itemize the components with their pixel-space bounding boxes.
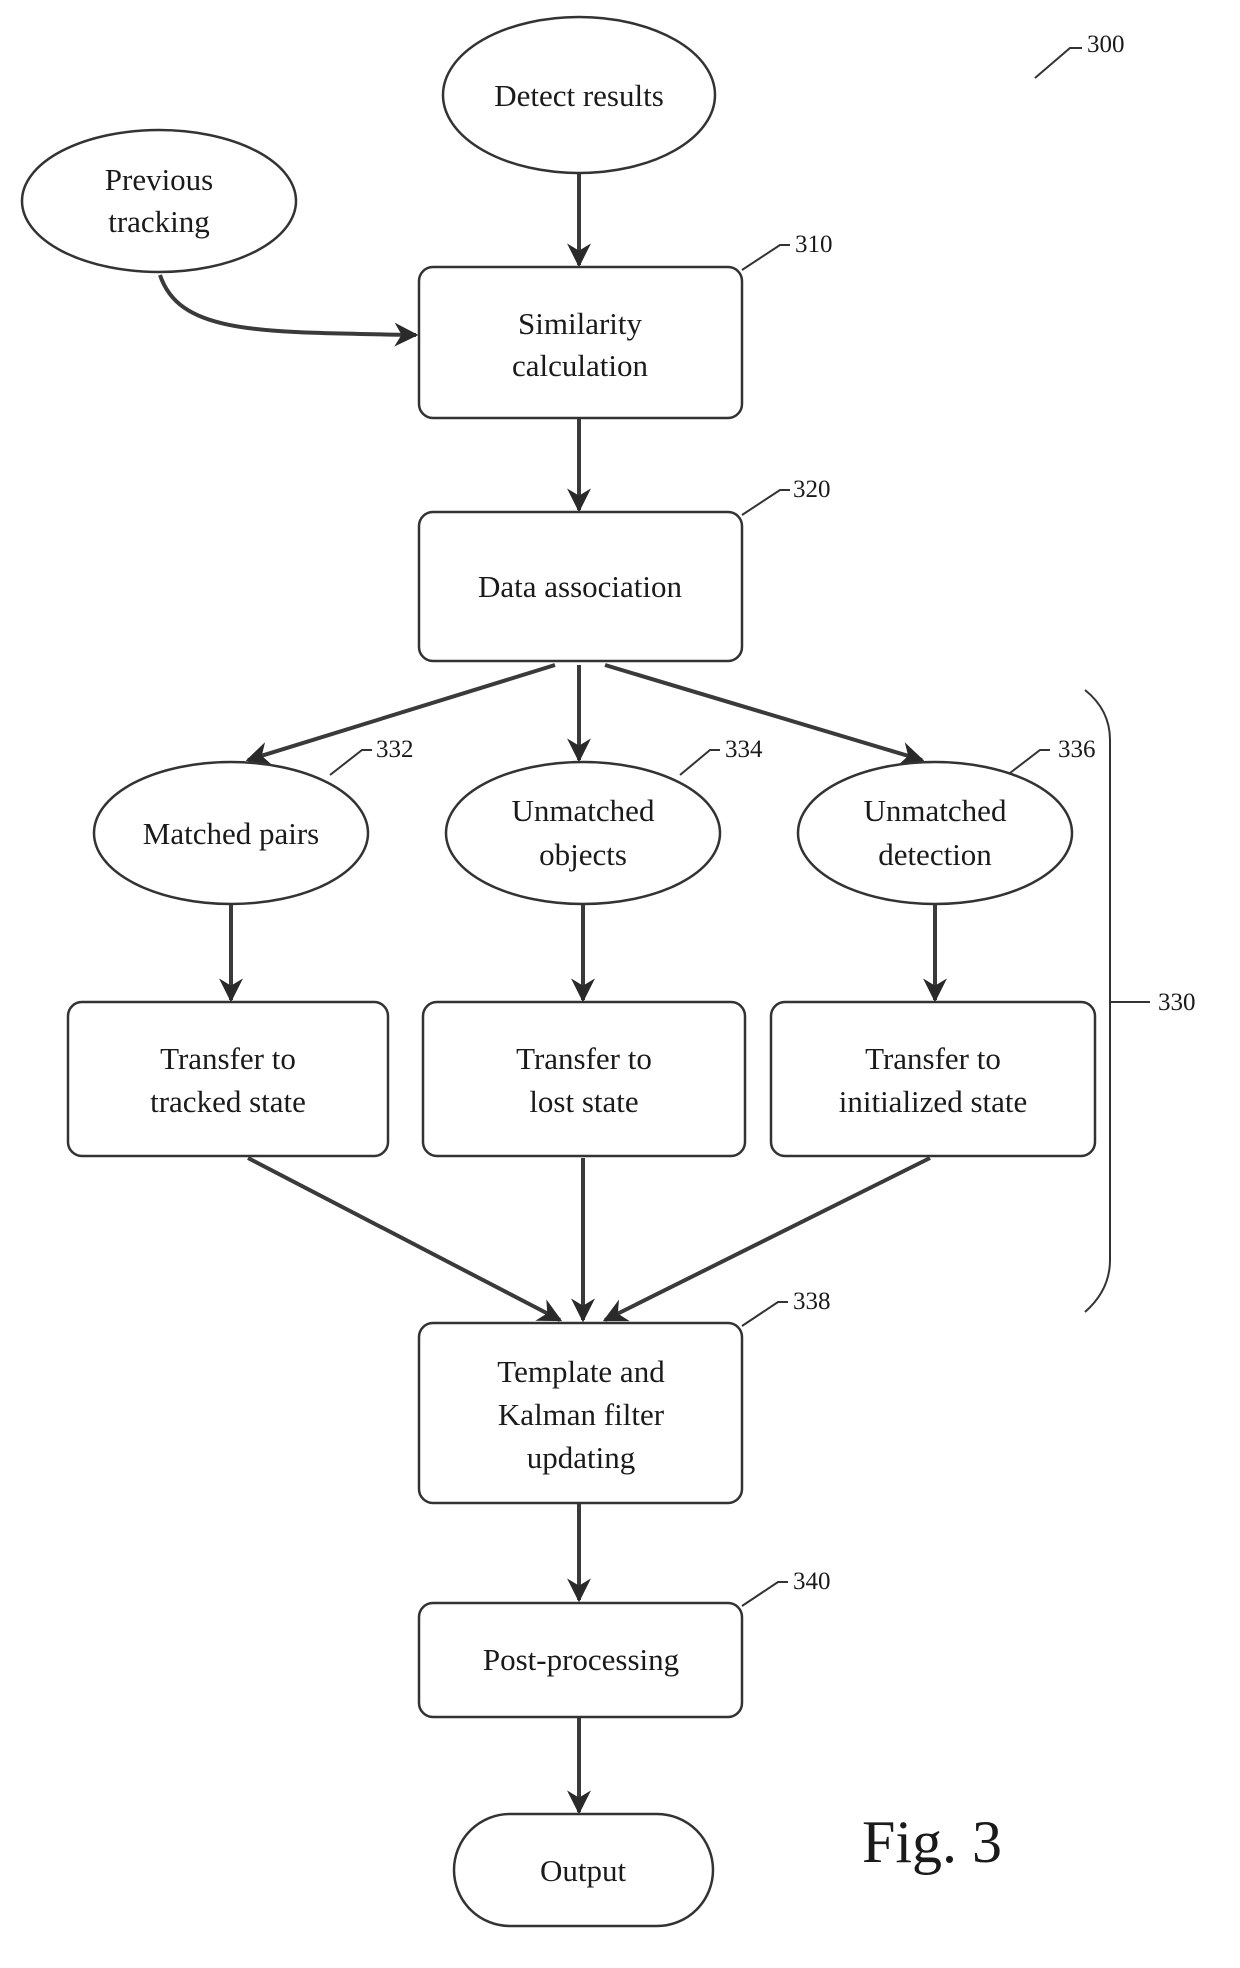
node-matched-pairs: Matched pairs 332: [92, 736, 414, 906]
edge-previous-to-similarity: [158, 274, 419, 347]
node-label-line-1: Template and: [497, 1354, 665, 1389]
ref-leader: [741, 1301, 788, 1327]
box-shape: [66, 1000, 390, 1158]
ellipse-shape: [796, 760, 1074, 906]
ref-label: 338: [793, 1288, 831, 1315]
node-similarity-calculation: Similarity calculation 310: [417, 231, 833, 420]
node-previous-tracking: Previous tracking: [20, 128, 298, 274]
ref-label: 332: [376, 736, 414, 763]
ref-leader: [741, 1581, 788, 1607]
node-label-line-2: calculation: [512, 348, 648, 383]
node-label-line-2: detection: [878, 837, 992, 872]
node-label: Post-processing: [483, 1642, 679, 1677]
node-label: Detect results: [494, 78, 664, 113]
ref-label: 334: [725, 736, 763, 763]
ellipse-shape: [444, 760, 722, 906]
node-output: Output: [452, 1812, 715, 1928]
box-shape: [769, 1000, 1097, 1158]
ref-leader: [679, 749, 720, 776]
edge-initialized-to-template: [602, 1156, 931, 1322]
node-label-line-1: Previous: [105, 162, 214, 197]
node-label-line-1: Transfer to: [865, 1041, 1001, 1076]
ref-label: 310: [795, 231, 833, 258]
node-label-line-2: tracking: [108, 204, 210, 239]
node-label: Matched pairs: [143, 816, 319, 851]
ref-label: 320: [793, 476, 831, 503]
figure-label: Fig. 3: [862, 1809, 1002, 1875]
node-label-line-2: tracked state: [150, 1084, 306, 1119]
ref-label: 340: [793, 1568, 831, 1595]
node-detect-results: Detect results: [441, 15, 717, 175]
node-unmatched-detection: Unmatched detection 336: [796, 736, 1096, 906]
edge-tracked-to-template: [247, 1156, 563, 1322]
box-shape: [417, 265, 744, 420]
ref-leader: [741, 489, 790, 516]
box-shape: [421, 1000, 747, 1158]
ref-leader: [329, 749, 372, 776]
node-transfer-initialized: Transfer to initialized state: [769, 1000, 1097, 1158]
node-post-processing: Post-processing 340: [417, 1568, 831, 1719]
node-transfer-lost: Transfer to lost state: [421, 1000, 747, 1158]
node-label-line-1: Similarity: [518, 306, 643, 341]
node-template-kalman: Template and Kalman filter updating 338: [417, 1288, 831, 1505]
node-unmatched-objects: Unmatched objects 334: [444, 736, 763, 906]
ref-leader: [1009, 749, 1050, 774]
node-label: Data association: [478, 569, 683, 604]
node-label-line-1: Unmatched: [864, 793, 1007, 828]
node-label-line-1: Unmatched: [512, 793, 655, 828]
node-label-line-2: objects: [539, 837, 627, 872]
ref-leader: [741, 244, 790, 271]
ellipse-shape: [20, 128, 298, 274]
ref-label: 336: [1058, 736, 1096, 763]
node-label-line-2: lost state: [529, 1084, 638, 1119]
node-label-line-1: Transfer to: [516, 1041, 652, 1076]
bracket-shape: [1084, 689, 1111, 1313]
node-label-line-3: updating: [527, 1440, 636, 1475]
edge-association-to-unmatched-detection: [604, 663, 925, 766]
flowchart: 300 Detect results Previous tracking Sim…: [20, 15, 1196, 1928]
node-label: Output: [540, 1853, 627, 1888]
node-data-association: Data association 320: [417, 476, 831, 663]
node-label-line-1: Transfer to: [160, 1041, 296, 1076]
node-label-line-2: Kalman filter: [498, 1397, 665, 1432]
ref-label: 330: [1158, 989, 1196, 1016]
figure-reference: 300: [1034, 31, 1125, 79]
node-label-line-2: initialized state: [839, 1084, 1028, 1119]
figure-reference-label: 300: [1087, 31, 1125, 58]
group-bracket: 330: [1084, 689, 1196, 1313]
node-transfer-tracked: Transfer to tracked state: [66, 1000, 390, 1158]
